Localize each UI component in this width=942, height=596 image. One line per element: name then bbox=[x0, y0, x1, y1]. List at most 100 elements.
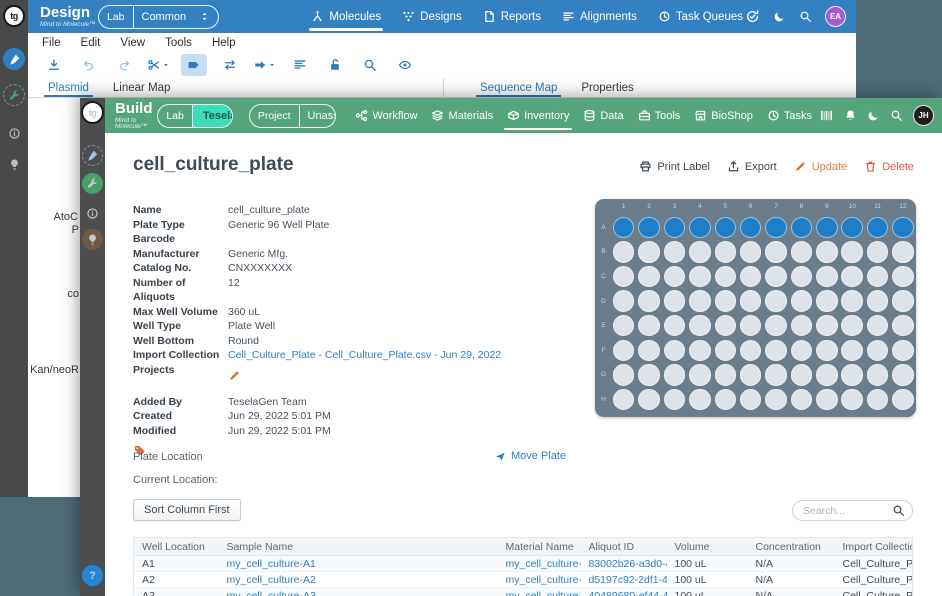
well-F10[interactable] bbox=[840, 338, 865, 363]
well-F5[interactable] bbox=[713, 338, 738, 363]
teselagen-logo[interactable]: tg bbox=[81, 101, 104, 124]
well-A1[interactable] bbox=[611, 215, 636, 240]
build-lab-selector[interactable]: Lab TeselaGen bbox=[157, 104, 232, 128]
sort-column-first-button[interactable]: Sort Column First bbox=[133, 499, 241, 521]
well-E4[interactable] bbox=[687, 313, 712, 338]
well-B8[interactable] bbox=[789, 240, 814, 265]
well-F12[interactable] bbox=[890, 338, 915, 363]
well-B4[interactable] bbox=[687, 240, 712, 265]
menu-tools[interactable]: Tools bbox=[155, 37, 202, 49]
well-C2[interactable] bbox=[636, 264, 661, 289]
help-button[interactable]: ? bbox=[82, 565, 103, 586]
search-icon[interactable] bbox=[890, 109, 903, 122]
move-plate-button[interactable]: Move Plate bbox=[495, 450, 566, 462]
nav-item-molecules[interactable]: Molecules bbox=[309, 0, 383, 33]
well-E10[interactable] bbox=[840, 313, 865, 338]
well-B1[interactable] bbox=[611, 240, 636, 265]
well-D1[interactable] bbox=[611, 289, 636, 314]
well-C3[interactable] bbox=[662, 264, 687, 289]
well-E2[interactable] bbox=[636, 313, 661, 338]
well-H8[interactable] bbox=[789, 387, 814, 412]
column-header-material-name[interactable]: Material Name bbox=[498, 538, 581, 556]
update-button[interactable]: Update bbox=[794, 160, 847, 173]
well-H12[interactable] bbox=[890, 387, 915, 412]
well-C1[interactable] bbox=[611, 264, 636, 289]
well-G2[interactable] bbox=[636, 363, 661, 388]
delete-button[interactable]: Delete bbox=[864, 160, 914, 173]
well-E6[interactable] bbox=[738, 313, 763, 338]
nav-item-data[interactable]: Data bbox=[576, 98, 630, 133]
idea-bulb-icon[interactable] bbox=[3, 153, 25, 175]
nav-item-tasks[interactable]: Tasks bbox=[760, 98, 819, 133]
tool-cut[interactable] bbox=[141, 54, 176, 76]
well-D3[interactable] bbox=[662, 289, 687, 314]
column-header-volume[interactable]: Volume bbox=[667, 538, 748, 556]
well-B9[interactable] bbox=[814, 240, 839, 265]
well-G11[interactable] bbox=[865, 363, 890, 388]
column-header-import-collection[interactable]: Import Collection bbox=[835, 538, 913, 556]
well-B3[interactable] bbox=[662, 240, 687, 265]
menu-help[interactable]: Help bbox=[202, 37, 246, 49]
well-D8[interactable] bbox=[789, 289, 814, 314]
well-G6[interactable] bbox=[738, 363, 763, 388]
well-B12[interactable] bbox=[890, 240, 915, 265]
info-icon[interactable] bbox=[3, 122, 25, 144]
cell-link[interactable]: my_cell_culture-A1 bbox=[219, 556, 498, 572]
nav-item-reports[interactable]: Reports bbox=[481, 0, 543, 33]
well-H6[interactable] bbox=[738, 387, 763, 412]
project-selector[interactable]: Project Unassigned bbox=[249, 104, 337, 128]
import-collection-link[interactable]: Cell_Culture_Plate - Cell_Culture_Plate.… bbox=[228, 348, 573, 363]
well-A4[interactable] bbox=[687, 215, 712, 240]
well-F2[interactable] bbox=[636, 338, 661, 363]
cell-link[interactable]: 40489680-ef44-4... bbox=[581, 588, 667, 596]
well-G3[interactable] bbox=[662, 363, 687, 388]
well-F7[interactable] bbox=[763, 338, 788, 363]
well-D6[interactable] bbox=[738, 289, 763, 314]
well-G7[interactable] bbox=[763, 363, 788, 388]
cell-link[interactable]: my_cell_culture-A3 bbox=[219, 588, 498, 596]
tab-plasmid[interactable]: Plasmid bbox=[36, 78, 101, 97]
well-H10[interactable] bbox=[840, 387, 865, 412]
well-G10[interactable] bbox=[840, 363, 865, 388]
tool-feature-label[interactable] bbox=[181, 54, 207, 76]
tool-visibility[interactable] bbox=[387, 54, 422, 76]
idea-bulb-icon[interactable] bbox=[82, 229, 103, 250]
well-E12[interactable] bbox=[890, 313, 915, 338]
info-icon[interactable] bbox=[82, 203, 103, 224]
well-G8[interactable] bbox=[789, 363, 814, 388]
nav-item-bioshop[interactable]: BioShop bbox=[687, 98, 760, 133]
export-button[interactable]: Export bbox=[727, 160, 777, 173]
well-B6[interactable] bbox=[738, 240, 763, 265]
cell-link[interactable]: my_cell_culture-A1 bbox=[498, 556, 581, 572]
well-H2[interactable] bbox=[636, 387, 661, 412]
tab-linear-map[interactable]: Linear Map bbox=[101, 78, 183, 97]
well-E11[interactable] bbox=[865, 313, 890, 338]
column-header-concentration[interactable]: Concentration bbox=[748, 538, 835, 556]
search-icon[interactable] bbox=[799, 10, 812, 23]
notifications-bell-icon[interactable] bbox=[844, 109, 857, 122]
well-B5[interactable] bbox=[713, 240, 738, 265]
nav-item-materials[interactable]: Materials bbox=[424, 98, 500, 133]
well-A9[interactable] bbox=[814, 215, 839, 240]
build-app-wrench-icon[interactable] bbox=[3, 84, 25, 106]
nav-item-tools[interactable]: Tools bbox=[631, 98, 688, 133]
well-G12[interactable] bbox=[890, 363, 915, 388]
barcode-scan-icon[interactable] bbox=[819, 108, 834, 123]
well-C9[interactable] bbox=[814, 264, 839, 289]
well-G5[interactable] bbox=[713, 363, 738, 388]
well-D12[interactable] bbox=[890, 289, 915, 314]
cell-link[interactable]: my_cell_culture-A2 bbox=[219, 572, 498, 588]
well-G9[interactable] bbox=[814, 363, 839, 388]
well-H1[interactable] bbox=[611, 387, 636, 412]
well-D10[interactable] bbox=[840, 289, 865, 314]
edit-projects-button[interactable] bbox=[228, 363, 573, 387]
well-A11[interactable] bbox=[865, 215, 890, 240]
well-C5[interactable] bbox=[713, 264, 738, 289]
well-D9[interactable] bbox=[814, 289, 839, 314]
nav-item-alignments[interactable]: Alignments bbox=[560, 0, 639, 33]
well-D2[interactable] bbox=[636, 289, 661, 314]
tool-undo[interactable] bbox=[71, 54, 106, 76]
well-E1[interactable] bbox=[611, 313, 636, 338]
well-D7[interactable] bbox=[763, 289, 788, 314]
tab-properties[interactable]: Properties bbox=[569, 78, 645, 97]
